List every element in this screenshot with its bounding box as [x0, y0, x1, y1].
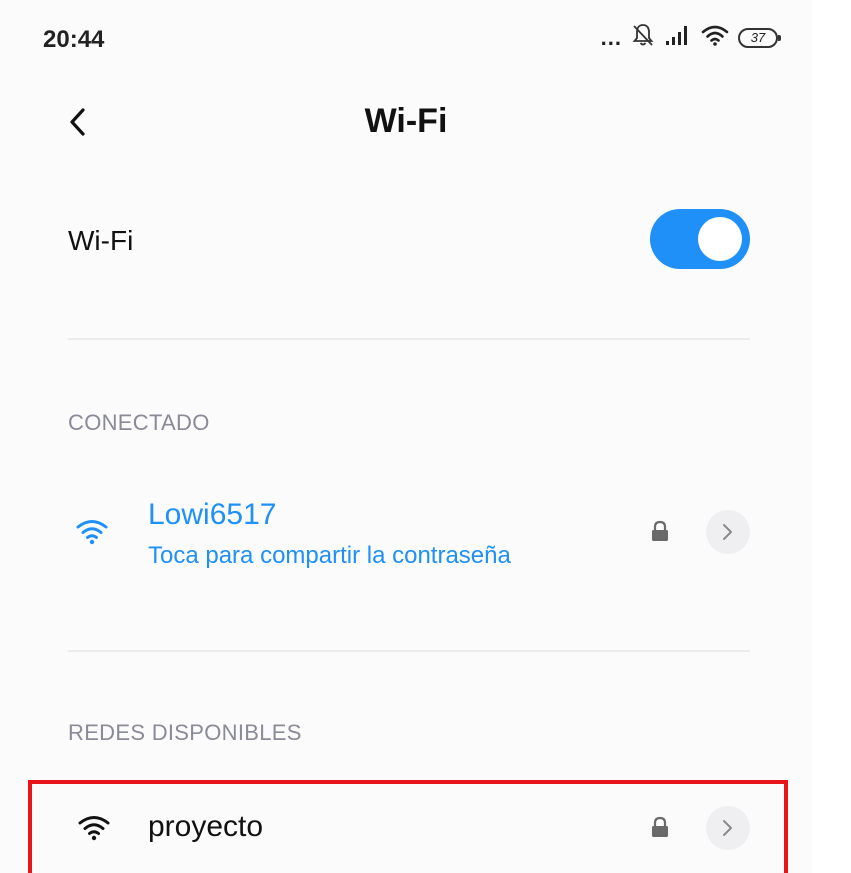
page-title: Wi-Fi	[364, 102, 448, 140]
connected-network-row[interactable]: Lowi6517 Toca para compartir la contrase…	[30, 490, 786, 590]
signal-strength-icon	[664, 23, 692, 52]
chevron-right-icon	[723, 820, 732, 836]
chevron-right-icon	[723, 524, 732, 540]
network-details-button[interactable]	[706, 510, 750, 554]
lock-icon	[650, 816, 670, 838]
lock-icon	[650, 520, 670, 542]
network-subtitle: Toca para compartir la contraseña	[148, 542, 511, 569]
header-bar: Wi-Fi	[0, 88, 812, 168]
status-time: 20:44	[43, 26, 105, 53]
toggle-knob	[698, 217, 742, 261]
wifi-toggle-row: Wi-Fi	[68, 205, 750, 275]
wifi-toggle-switch[interactable]	[650, 209, 750, 269]
wifi-toggle-label: Wi-Fi	[68, 225, 134, 256]
wifi-settings-screen: 20:44 ... 37 Wi-Fi Wi-Fi CONECTADO Lowi6…	[0, 0, 812, 873]
status-icons: ... 37	[600, 22, 781, 53]
network-details-button[interactable]	[706, 806, 750, 850]
network-name: proyecto	[148, 810, 264, 843]
network-name: Lowi6517	[148, 498, 277, 531]
available-network-row[interactable]: proyecto	[30, 790, 786, 870]
bell-muted-icon	[630, 22, 656, 53]
more-notifications-icon: ...	[600, 24, 622, 50]
battery-icon: 37	[738, 27, 781, 48]
divider	[68, 338, 750, 340]
wifi-signal-icon	[74, 516, 110, 546]
wifi-status-icon	[700, 23, 730, 52]
divider	[68, 650, 750, 652]
status-bar: 20:44 ... 37	[0, 0, 812, 80]
wifi-signal-icon	[76, 812, 112, 842]
section-header-available: REDES DISPONIBLES	[68, 720, 302, 745]
section-header-connected: CONECTADO	[68, 410, 210, 435]
